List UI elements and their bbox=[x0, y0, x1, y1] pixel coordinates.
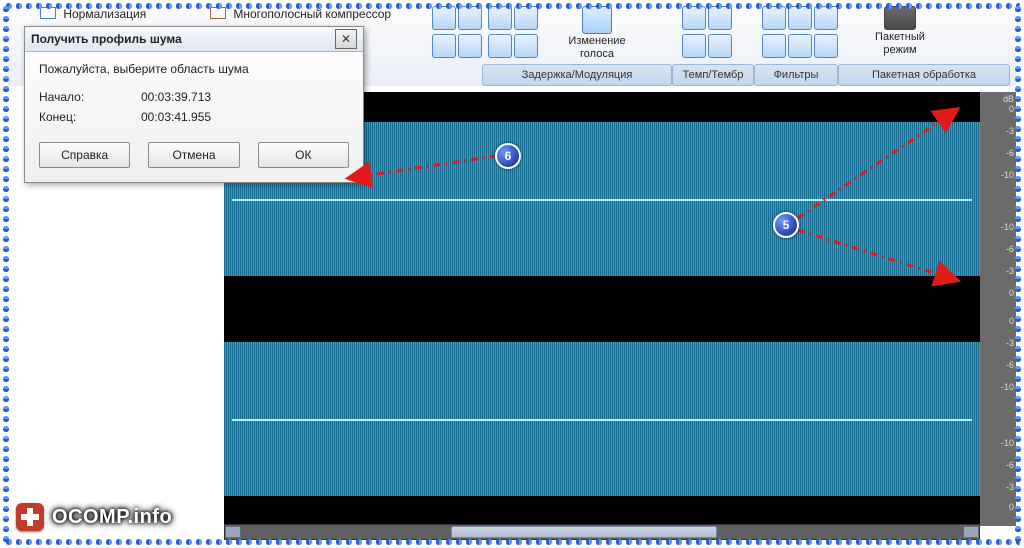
cancel-button[interactable]: Отмена bbox=[148, 142, 239, 168]
ribbon-button-label: голоса bbox=[580, 48, 614, 60]
dialog-titlebar[interactable]: Получить профиль шума ✕ bbox=[25, 27, 363, 52]
ribbon-group-filters[interactable]: Фильтры bbox=[754, 64, 838, 86]
ribbon-group-label: Задержка/Модуляция bbox=[522, 69, 633, 81]
ribbon-button-label: Пакетный bbox=[875, 31, 925, 43]
page-border bbox=[1012, 4, 1024, 544]
filter-icon[interactable] bbox=[788, 34, 812, 58]
start-value: 00:03:39.713 bbox=[141, 90, 211, 104]
db-ruler: dB 0 -3 -6 -10 -10 -6 -3 0 0 -3 -6 -10 -… bbox=[980, 92, 1016, 526]
ribbon-icon-group bbox=[762, 6, 836, 58]
page-border bbox=[4, 0, 1020, 12]
tempo-icon[interactable] bbox=[708, 34, 732, 58]
ribbon-button-batch[interactable]: Пакетный режим bbox=[852, 6, 948, 56]
noise-profile-dialog: Получить профиль шума ✕ Пожалуйста, выбе… bbox=[24, 26, 364, 183]
ribbon-button-label: Изменение bbox=[568, 35, 625, 47]
filter-icon[interactable] bbox=[762, 34, 786, 58]
button-label: Справка bbox=[61, 148, 108, 162]
marker-number: 6 bbox=[505, 149, 512, 163]
watermark-text: OCOMP.info bbox=[52, 506, 172, 529]
curve-icon[interactable] bbox=[488, 34, 512, 58]
fx-icon[interactable] bbox=[432, 34, 456, 58]
curve-icon[interactable] bbox=[514, 34, 538, 58]
button-label: ОК bbox=[295, 148, 311, 162]
ribbon-icon-group bbox=[432, 6, 480, 58]
ribbon-icon-group bbox=[488, 6, 536, 58]
ribbon-button-voice-change[interactable]: Изменение голоса bbox=[560, 6, 634, 60]
end-value: 00:03:41.955 bbox=[141, 110, 211, 124]
tempo-icon[interactable] bbox=[682, 34, 706, 58]
plus-icon bbox=[16, 503, 44, 531]
help-button[interactable]: Справка bbox=[39, 142, 130, 168]
filter-icon[interactable] bbox=[814, 34, 838, 58]
ribbon-icon-group bbox=[682, 6, 730, 58]
waveform-channel-right bbox=[224, 312, 980, 526]
watermark: OCOMP.info bbox=[16, 500, 172, 534]
page-border bbox=[4, 536, 1020, 548]
waveform-centerline bbox=[232, 199, 972, 201]
ribbon-group-label: Пакетная обработка bbox=[872, 69, 976, 81]
marker-number: 5 bbox=[783, 218, 790, 232]
ribbon-button-label: режим bbox=[883, 44, 916, 56]
dialog-title: Получить профиль шума bbox=[31, 32, 335, 46]
dialog-instruction: Пожалуйста, выберите область шума bbox=[39, 62, 349, 76]
page-border bbox=[0, 4, 12, 544]
close-icon: ✕ bbox=[341, 33, 351, 45]
annotation-marker-6: 6 bbox=[495, 143, 521, 169]
ribbon-group-label: Фильтры bbox=[774, 69, 819, 81]
waveform-centerline bbox=[232, 419, 972, 421]
button-label: Отмена bbox=[172, 148, 215, 162]
ribbon-group-label: Темп/Тембр bbox=[683, 69, 744, 81]
ribbon-group-batch[interactable]: Пакетная обработка bbox=[838, 64, 1010, 86]
close-button[interactable]: ✕ bbox=[335, 29, 357, 49]
ok-button[interactable]: ОК bbox=[258, 142, 349, 168]
start-label: Начало: bbox=[39, 90, 101, 104]
ribbon-group-delay[interactable]: Задержка/Модуляция bbox=[482, 64, 672, 86]
annotation-marker-5: 5 bbox=[773, 212, 799, 238]
ribbon-group-tempo[interactable]: Темп/Тембр bbox=[672, 64, 754, 86]
fx-icon[interactable] bbox=[458, 34, 482, 58]
end-label: Конец: bbox=[39, 110, 101, 124]
